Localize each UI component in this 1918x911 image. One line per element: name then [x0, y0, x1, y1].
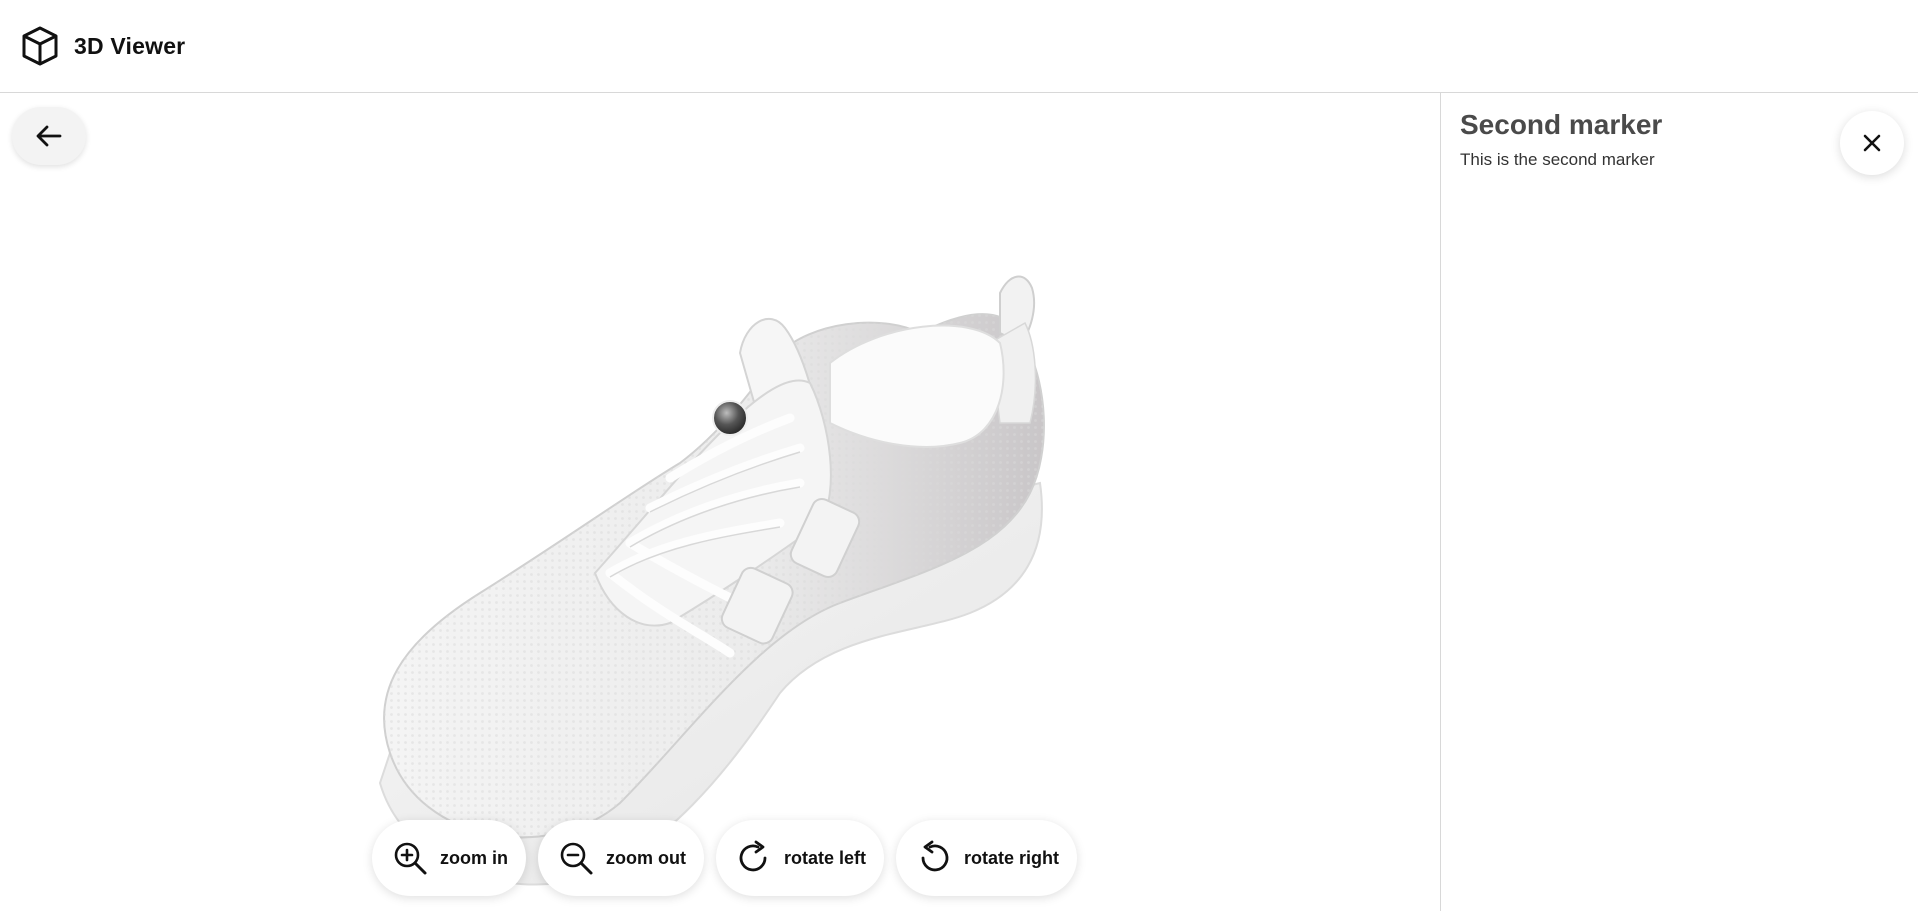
panel-description: This is the second marker [1460, 150, 1655, 169]
marker-dot-icon[interactable] [712, 400, 748, 436]
rotate-right-icon [921, 840, 949, 872]
zoom-out-label: zoom out [606, 847, 686, 868]
model-viewer[interactable]: zoom in zoom out rotate left rotate righ… [0, 93, 1440, 911]
rotate-right-label: rotate right [964, 847, 1060, 868]
rotate-left-icon [739, 840, 767, 872]
arrow-left-icon [36, 125, 62, 147]
panel-title: Second marker [1460, 109, 1663, 140]
close-panel-button[interactable] [1840, 111, 1904, 175]
cube-icon [22, 26, 58, 66]
rotate-left-button[interactable]: rotate left [715, 820, 884, 896]
app-title: 3D Viewer [74, 32, 186, 59]
zoom-in-label: zoom in [440, 847, 508, 868]
marker-panel: Second marker This is the second marker [1440, 93, 1918, 911]
app-header: 3D Viewer [0, 0, 1918, 93]
rotate-left-label: rotate left [783, 847, 866, 868]
sneaker-model[interactable] [360, 193, 1080, 911]
zoom-out-button[interactable]: zoom out [538, 820, 704, 896]
back-button[interactable] [12, 107, 86, 165]
viewer-controls: zoom in zoom out rotate left rotate righ… [372, 820, 1078, 896]
zoom-out-icon [560, 842, 593, 875]
close-icon [1863, 134, 1881, 152]
zoom-in-button[interactable]: zoom in [372, 820, 526, 896]
rotate-right-button[interactable]: rotate right [896, 820, 1078, 896]
zoom-in-icon [394, 842, 427, 875]
